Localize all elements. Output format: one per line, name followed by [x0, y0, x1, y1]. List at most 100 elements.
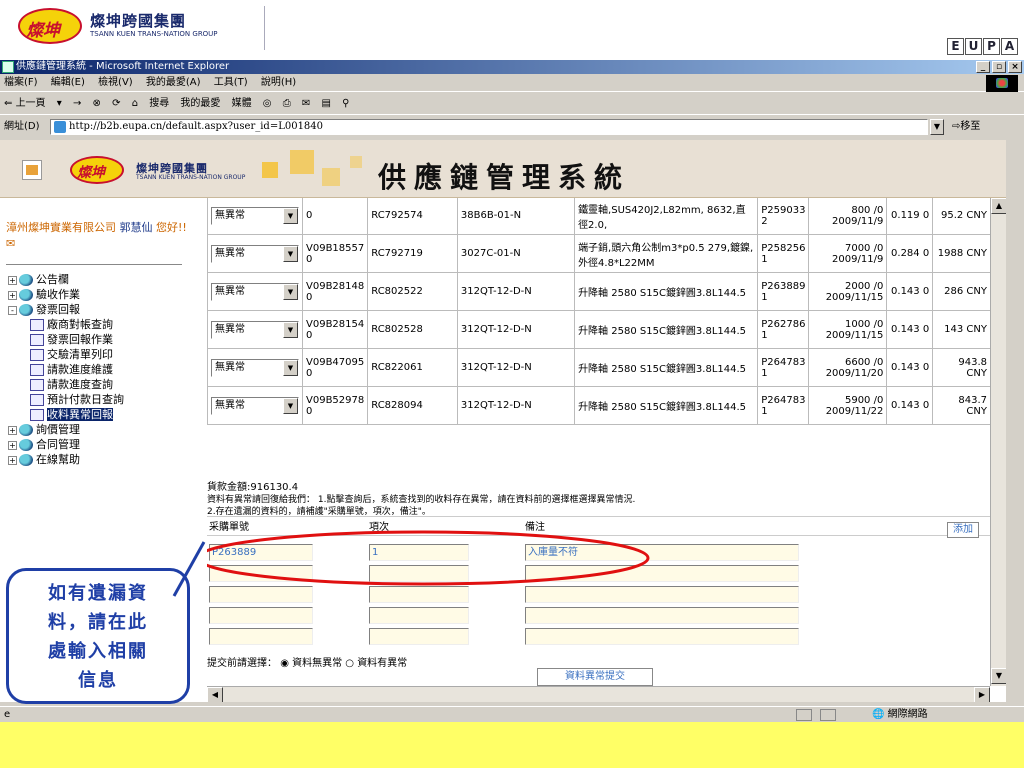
tree-item-payday-query[interactable]: 預計付款日查詢: [8, 392, 124, 407]
chevron-down-icon[interactable]: ▼: [283, 245, 298, 262]
tree-item-reconciliation[interactable]: 廠商對帳查詢: [8, 317, 124, 332]
chevron-down-icon[interactable]: ▼: [283, 397, 298, 414]
print-button[interactable]: ⎙: [283, 98, 291, 109]
tree-item-bulletin[interactable]: + 公告欄: [8, 272, 124, 287]
tree-item-payment-query[interactable]: 請款進度查詢: [8, 377, 124, 392]
table-row: 無異常 ▼ V09B52978 0 RC828094 312QT-12-D-N 升降軸 2…: [207, 386, 991, 425]
cell-pcode: P264783 1: [757, 348, 810, 387]
submit-exception-button[interactable]: 資料異常提交: [537, 668, 653, 686]
banner-brand-en: TSANN KUEN TRANS-NATION GROUP: [136, 174, 246, 181]
stop-button[interactable]: ⊗: [93, 98, 101, 109]
table-row: 無異常 ▼ V09B18557 0 RC792719 3027C-01-N 端子銷,頭六角…: [207, 234, 991, 273]
status-dropdown[interactable]: 無異常 ▼: [211, 206, 299, 225]
forward-button[interactable]: →: [73, 98, 81, 109]
po-input[interactable]: [209, 628, 313, 645]
tree-item-payment-maintain[interactable]: 請款進度維護: [8, 362, 124, 377]
menu-edit[interactable]: 編輯(E): [51, 77, 85, 88]
address-dropdown-icon[interactable]: ▼: [930, 119, 944, 135]
expand-icon[interactable]: +: [8, 440, 17, 450]
cell-pcode: P262786 1: [757, 310, 810, 349]
chevron-down-icon[interactable]: ▼: [283, 359, 298, 376]
status-dropdown[interactable]: 無異常 ▼: [211, 358, 299, 377]
cell-rc: RC828094: [367, 386, 458, 425]
search-button[interactable]: 搜尋: [149, 98, 169, 109]
tree-item-receiving-exception[interactable]: 收料異常回報: [8, 407, 124, 422]
cell-desc: 升降軸 2580 S15C鍍鋅圓3.8L144.5: [574, 272, 759, 311]
scroll-right-icon[interactable]: ▶: [974, 687, 990, 702]
tree-item-acceptance[interactable]: + 驗收作業: [8, 287, 124, 302]
history-button[interactable]: ◎: [263, 98, 272, 109]
remark-input[interactable]: [525, 586, 799, 603]
page-icon: [30, 349, 44, 361]
chevron-down-icon[interactable]: ▼: [283, 207, 298, 224]
status-select[interactable]: 無異常 ▼: [207, 234, 303, 273]
globe-icon: [19, 289, 33, 301]
address-bar: 網址(D) http://b2b.eupa.cn/default.aspx?us…: [0, 116, 1024, 138]
minimize-button[interactable]: _: [976, 61, 990, 73]
item-input[interactable]: [369, 628, 469, 645]
status-dropdown[interactable]: 無異常 ▼: [211, 244, 299, 263]
status-dropdown[interactable]: 無異常 ▼: [211, 396, 299, 415]
callout-box: 如有遺漏資 料，請在此 處輸入相關 信息: [6, 568, 190, 704]
collapse-icon[interactable]: -: [8, 305, 17, 315]
chevron-down-icon[interactable]: ▼: [283, 321, 298, 338]
status-select[interactable]: 無異常 ▼: [207, 198, 303, 235]
expand-icon[interactable]: +: [8, 290, 17, 300]
menu-favorites[interactable]: 我的最愛(A): [146, 77, 201, 88]
globe-icon: [19, 439, 33, 451]
tree-item-print-list[interactable]: 交驗清單列印: [8, 347, 124, 362]
maximize-button[interactable]: ▫: [992, 61, 1006, 73]
tree-item-contract[interactable]: + 合同管理: [8, 437, 124, 452]
discuss-button[interactable]: ⚲: [342, 98, 349, 109]
favorites-button[interactable]: 我的最愛: [180, 98, 220, 109]
horizontal-scrollbar[interactable]: ◀ ▶: [207, 686, 990, 702]
notify-icon[interactable]: ✉: [6, 237, 15, 250]
expand-icon[interactable]: +: [8, 425, 17, 435]
callout-line: 如有遺漏資: [48, 583, 148, 604]
status-select[interactable]: 無異常 ▼: [207, 386, 303, 425]
menu-file[interactable]: 檔案(F): [4, 77, 38, 88]
vertical-scrollbar[interactable]: ▲ ▼: [990, 198, 1006, 686]
status-select[interactable]: 無異常 ▼: [207, 272, 303, 311]
page-icon: [54, 121, 66, 133]
scroll-up-icon[interactable]: ▲: [991, 198, 1006, 214]
close-button[interactable]: ×: [1008, 61, 1022, 73]
tree-item-invoice[interactable]: - 發票回報: [8, 302, 124, 317]
status-select[interactable]: 無異常 ▼: [207, 310, 303, 349]
total-amount: 貨款金額:916130.4: [207, 482, 299, 493]
user-info: 漳州燦坤實業有限公司 郭慧仙 您好!! ✉: [6, 220, 190, 252]
menu-view[interactable]: 檢視(V): [98, 77, 133, 88]
status-dropdown[interactable]: 無異常 ▼: [211, 282, 299, 301]
media-button[interactable]: 媒體: [232, 98, 252, 109]
highlight-ellipse: [207, 530, 650, 586]
mail-button[interactable]: ✉: [302, 98, 310, 109]
tree-item-help[interactable]: + 在線幫助: [8, 452, 124, 467]
add-button[interactable]: 添加: [947, 522, 979, 538]
menu-help[interactable]: 說明(H): [261, 77, 296, 88]
home-icon[interactable]: [22, 160, 42, 180]
edit-button[interactable]: ▤: [321, 98, 330, 109]
back-button[interactable]: ⇐ 上一頁 ▾: [4, 98, 62, 109]
menu-tools[interactable]: 工具(T): [214, 77, 248, 88]
remark-input[interactable]: [525, 628, 799, 645]
tree-item-inquiry[interactable]: + 詢價管理: [8, 422, 124, 437]
expand-icon[interactable]: +: [8, 455, 17, 465]
go-button[interactable]: ⇨移至: [952, 116, 980, 138]
item-input[interactable]: [369, 586, 469, 603]
remark-input[interactable]: [525, 607, 799, 624]
scroll-down-icon[interactable]: ▼: [991, 668, 1006, 684]
tree-item-invoice-report[interactable]: 發票回報作業: [8, 332, 124, 347]
item-input[interactable]: [369, 607, 469, 624]
po-input[interactable]: [209, 607, 313, 624]
po-input[interactable]: [209, 586, 313, 603]
status-select[interactable]: 無異常 ▼: [207, 348, 303, 387]
refresh-button[interactable]: ⟳: [112, 98, 120, 109]
status-dropdown[interactable]: 無異常 ▼: [211, 320, 299, 339]
radio-abnormal[interactable]: ○ 資料有異常: [345, 658, 407, 669]
address-input[interactable]: http://b2b.eupa.cn/default.aspx?user_id=…: [50, 119, 928, 135]
home-button[interactable]: ⌂: [132, 98, 138, 109]
radio-normal[interactable]: ◉ 資料無異常: [280, 658, 342, 669]
chevron-down-icon[interactable]: ▼: [283, 283, 298, 300]
expand-icon[interactable]: +: [8, 275, 17, 285]
scroll-left-icon[interactable]: ◀: [207, 687, 223, 702]
